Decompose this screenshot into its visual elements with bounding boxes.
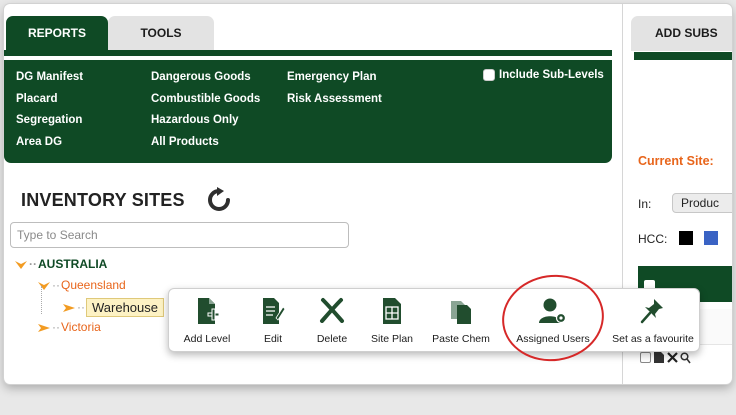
report-hazardous-only[interactable]: Hazardous Only [151, 111, 260, 133]
reports-column-1: DG Manifest Placard Segregation Area DG [16, 68, 83, 154]
report-area-dg[interactable]: Area DG [16, 133, 83, 155]
row-checkbox[interactable] [640, 352, 651, 363]
reports-column-3: Emergency Plan Risk Assessment [287, 68, 382, 111]
include-sublevels-checkbox[interactable] [483, 69, 495, 81]
report-combustible-goods[interactable]: Combustible Goods [151, 90, 260, 112]
report-emergency-plan[interactable]: Emergency Plan [287, 68, 382, 90]
site-plan-icon [383, 298, 401, 324]
report-all-products[interactable]: All Products [151, 133, 260, 155]
set-favourite-label: Set as a favourite [612, 333, 694, 345]
delete-button[interactable]: Delete [301, 289, 363, 353]
right-panel-bar [634, 52, 732, 60]
tab-tools[interactable]: TOOLS [108, 16, 214, 51]
add-level-icon [198, 298, 219, 324]
paste-chem-icon [451, 301, 471, 324]
expanded-arrow-icon[interactable] [14, 260, 28, 270]
tree-connector [41, 286, 42, 314]
report-dangerous-goods[interactable]: Dangerous Goods [151, 68, 260, 90]
include-sublevels-option[interactable]: Include Sub-Levels [483, 69, 604, 81]
in-select[interactable]: Produc [672, 193, 732, 213]
app-frame: REPORTS TOOLS DG Manifest Placard Segreg… [4, 4, 732, 384]
paste-chem-label: Paste Chem [432, 333, 490, 345]
report-placard[interactable]: Placard [16, 90, 83, 112]
site-plan-button[interactable]: Site Plan [363, 289, 421, 353]
report-risk-assessment[interactable]: Risk Assessment [287, 90, 382, 112]
hcc-swatch-black[interactable] [679, 231, 693, 245]
tree-node-queensland[interactable]: ··Queensland [37, 278, 126, 292]
tab-add-substance[interactable]: ADD SUBS [631, 16, 732, 51]
report-dg-manifest[interactable]: DG Manifest [16, 68, 83, 90]
tab-reports[interactable]: REPORTS [6, 16, 108, 51]
delete-label: Delete [316, 333, 348, 345]
magnifier-icon[interactable] [680, 351, 691, 364]
expanded-arrow-icon[interactable] [37, 281, 51, 291]
site-plan-label: Site Plan [370, 333, 414, 345]
inventory-title: INVENTORY SITES [21, 190, 185, 210]
tree-node-australia[interactable]: ··AUSTRALIA [14, 257, 107, 271]
edit-label: Edit [263, 333, 283, 345]
in-label: In: [638, 197, 652, 211]
collapsed-arrow-icon[interactable] [37, 323, 51, 333]
pushpin-icon [640, 299, 663, 324]
search-input[interactable]: Type to Search [10, 222, 349, 248]
refresh-icon[interactable] [205, 186, 233, 214]
tree-label-australia: AUSTRALIA [38, 257, 108, 271]
hcc-label: HCC: [638, 232, 668, 246]
delete-icon [320, 298, 344, 323]
tree-node-warehouse[interactable]: ·· Warehouse [62, 298, 164, 317]
report-segregation[interactable]: Segregation [16, 111, 83, 133]
tree-label-warehouse[interactable]: Warehouse [86, 298, 164, 317]
current-site-label: Current Site: [638, 154, 714, 168]
tree-label-queensland: Queensland [61, 278, 126, 292]
edit-icon [263, 298, 285, 324]
reports-column-2: Dangerous Goods Combustible Goods Hazard… [151, 68, 260, 154]
include-sublevels-label: Include Sub-Levels [499, 69, 604, 81]
tree-label-victoria: Victoria [61, 320, 101, 334]
add-level-label: Add Level [183, 333, 231, 345]
tab-underline [4, 50, 612, 56]
edit-button[interactable]: Edit [245, 289, 301, 353]
paste-chem-button[interactable]: Paste Chem [421, 289, 501, 353]
tree-node-victoria[interactable]: ··Victoria [37, 320, 101, 334]
context-menu: Add Level Edit Delete Site Plan Paste Ch… [168, 288, 700, 352]
reports-panel: DG Manifest Placard Segregation Area DG … [4, 60, 612, 163]
delete-x-icon[interactable] [667, 352, 678, 363]
set-favourite-button[interactable]: Set as a favourite [605, 289, 701, 353]
hcc-swatch-blue[interactable] [704, 231, 718, 245]
collapsed-arrow-icon[interactable] [62, 303, 76, 313]
add-level-button[interactable]: Add Level [169, 289, 245, 353]
